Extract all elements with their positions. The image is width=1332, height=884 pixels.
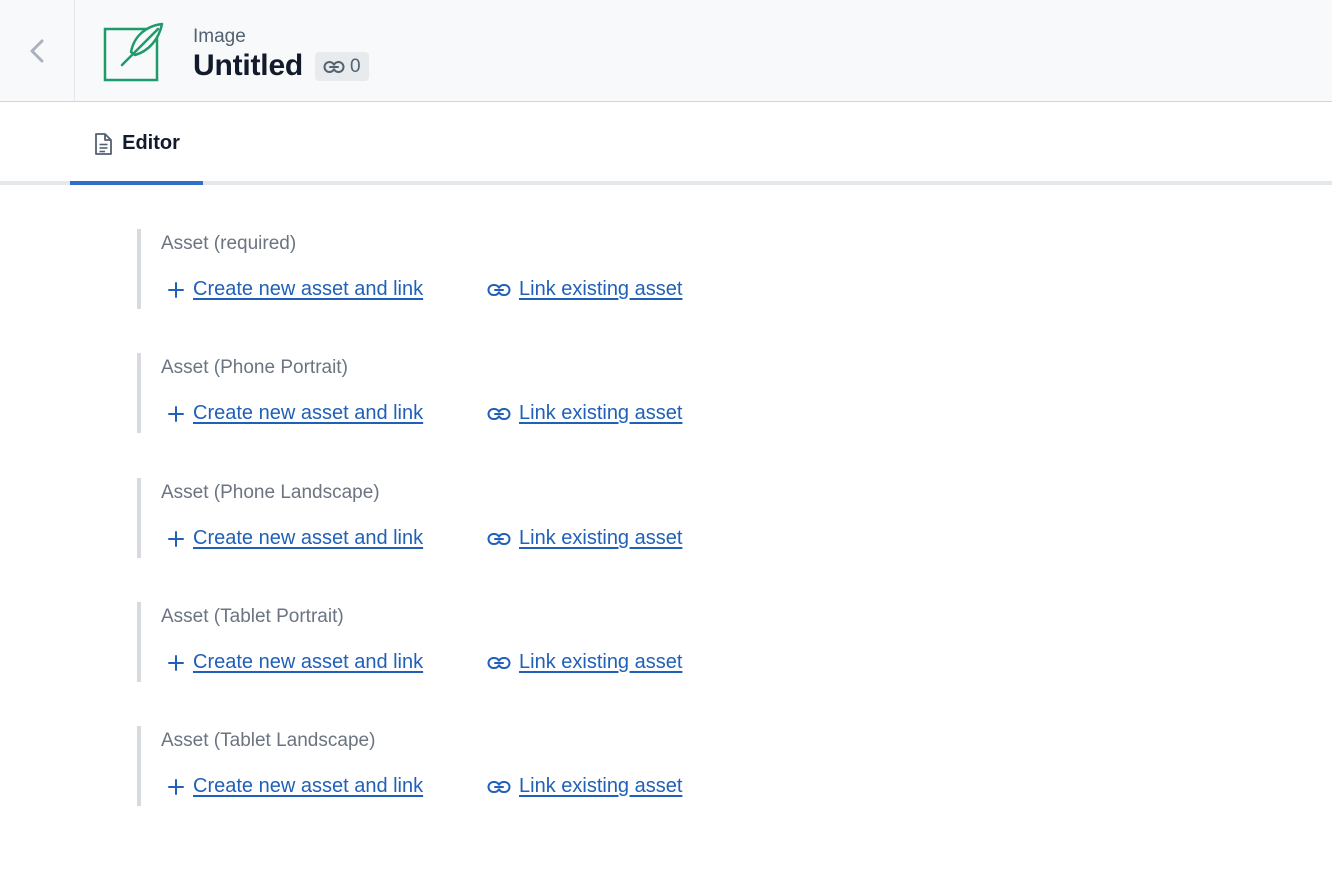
create-new-asset-label: Create new asset and link xyxy=(193,775,424,797)
link-icon xyxy=(487,656,511,669)
create-new-asset-label: Create new asset and link xyxy=(193,527,424,549)
link-existing-asset-link[interactable]: Link existing asset xyxy=(487,527,682,550)
asset-field-phone-landscape: Asset (Phone Landscape) Create new asset… xyxy=(137,478,841,558)
create-new-asset-label: Create new asset and link xyxy=(193,402,424,424)
create-new-asset-link[interactable]: Create new asset and link xyxy=(167,278,423,301)
plus-icon xyxy=(168,530,184,547)
field-label: Asset (Tablet Portrait) xyxy=(161,606,344,627)
tab-editor[interactable]: Editor xyxy=(70,102,203,185)
asset-field-required: Asset (required) Create new asset and li… xyxy=(137,229,841,309)
references-count: 0 xyxy=(350,55,361,77)
link-existing-asset-label: Link existing asset xyxy=(519,775,683,797)
active-tab-indicator xyxy=(70,181,203,185)
create-new-asset-label: Create new asset and link xyxy=(193,651,424,673)
link-icon xyxy=(487,407,511,420)
link-icon xyxy=(323,60,345,73)
create-new-asset-link[interactable]: Create new asset and link xyxy=(167,775,423,798)
create-new-asset-label: Create new asset and link xyxy=(193,278,424,300)
content-type-label: Image xyxy=(193,26,246,47)
link-existing-asset-label: Link existing asset xyxy=(519,278,683,300)
entry-header: Image Untitled 0 xyxy=(0,0,1332,102)
field-label: Asset (Phone Portrait) xyxy=(161,357,348,378)
back-button[interactable] xyxy=(0,0,75,101)
asset-field-phone-portrait: Asset (Phone Portrait) Create new asset … xyxy=(137,353,841,433)
create-new-asset-link[interactable]: Create new asset and link xyxy=(167,527,423,550)
link-existing-asset-link[interactable]: Link existing asset xyxy=(487,278,682,301)
chevron-left-icon xyxy=(30,39,44,62)
link-icon xyxy=(487,780,511,793)
link-existing-asset-link[interactable]: Link existing asset xyxy=(487,651,682,674)
plus-icon xyxy=(168,778,184,795)
field-label: Asset (Tablet Landscape) xyxy=(161,730,376,751)
plus-icon xyxy=(168,405,184,422)
link-existing-asset-label: Link existing asset xyxy=(519,651,683,673)
link-icon xyxy=(487,283,511,296)
entry-title: Untitled xyxy=(193,49,304,82)
link-existing-asset-link[interactable]: Link existing asset xyxy=(487,775,682,798)
create-new-asset-link[interactable]: Create new asset and link xyxy=(167,402,423,425)
plus-icon xyxy=(168,654,184,671)
feather-icon xyxy=(103,22,164,82)
document-icon xyxy=(95,132,113,155)
link-icon xyxy=(487,532,511,545)
link-existing-asset-label: Link existing asset xyxy=(519,402,683,424)
tab-editor-label: Editor xyxy=(122,132,180,154)
create-new-asset-link[interactable]: Create new asset and link xyxy=(167,651,423,674)
field-label: Asset (required) xyxy=(161,233,297,254)
references-badge[interactable]: 0 xyxy=(315,52,369,81)
asset-field-tablet-portrait: Asset (Tablet Portrait) Create new asset… xyxy=(137,602,841,682)
link-existing-asset-label: Link existing asset xyxy=(519,527,683,549)
link-existing-asset-link[interactable]: Link existing asset xyxy=(487,402,682,425)
field-label: Asset (Phone Landscape) xyxy=(161,482,380,503)
plus-icon xyxy=(168,281,184,298)
asset-field-tablet-landscape: Asset (Tablet Landscape) Create new asse… xyxy=(137,726,841,806)
